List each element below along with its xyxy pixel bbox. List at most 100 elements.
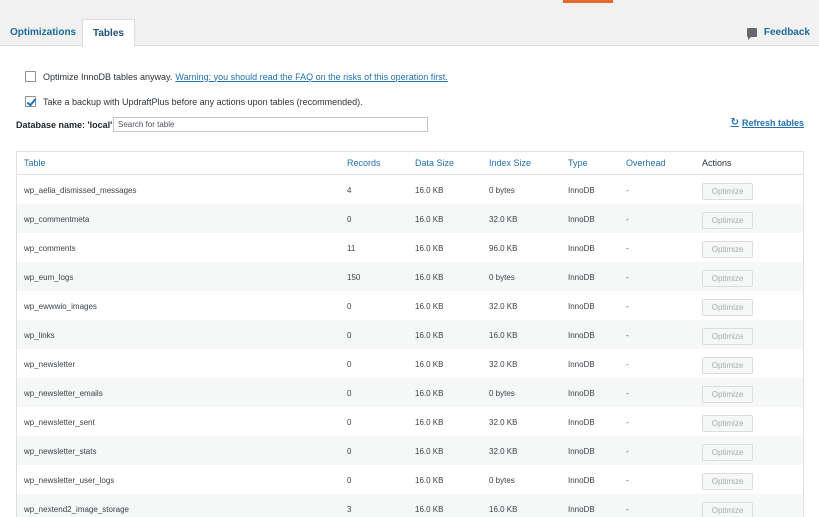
table-row: wp_newsletter_user_logs 0 16.0 KB 0 bytes In… [17,465,803,494]
cell-index-size: 0 bytes [489,186,515,195]
cell-index-size: 96.0 KB [489,244,518,253]
cell-index-size: 0 bytes [489,389,515,398]
table-row: wp_newsletter_sent 0 16.0 KB 32.0 KB InnoDB -… [17,407,803,436]
optimize-button[interactable]: Optimize [702,415,753,432]
table-row: wp_newsletter_stats 0 16.0 KB 32.0 KB InnoDB… [17,436,803,465]
cell-table-name: wp_nextend2_image_storage [24,505,129,514]
table-body: wp_aelia_dismissed_messages 4 16.0 KB 0 byt… [17,175,803,517]
cell-index-size: 16.0 KB [489,331,518,340]
header-records[interactable]: Records [347,158,381,168]
cell-index-size: 32.0 KB [489,215,518,224]
optimize-button[interactable]: Optimize [702,386,753,403]
cell-type: InnoDB [568,476,595,485]
cell-type: InnoDB [568,215,595,224]
cell-type: InnoDB [568,505,595,514]
cell-records: 0 [347,302,352,311]
cell-table-name: wp_commentmeta [24,215,90,224]
table-row: wp_aelia_dismissed_messages 4 16.0 KB 0 byt… [17,175,803,204]
tables-table: Table Records Data Size Index Size Type … [16,151,804,517]
refresh-icon: ↻ [730,117,739,128]
cell-records: 4 [347,186,352,195]
table-row: wp_links 0 16.0 KB 16.0 KB InnoDB - Optimize [17,320,803,349]
cell-data-size: 16.0 KB [415,418,444,427]
cell-data-size: 16.0 KB [415,505,444,514]
cell-type: InnoDB [568,447,595,456]
optimize-button[interactable]: Optimize [702,502,753,517]
optimize-button[interactable]: Optimize [702,212,753,229]
cell-type: InnoDB [568,360,595,369]
cell-overhead: - [626,273,629,282]
cell-overhead: - [626,244,629,253]
innodb-checkbox[interactable] [25,71,36,82]
optimize-button[interactable]: Optimize [702,473,753,490]
cell-table-name: wp_newsletter_emails [24,389,103,398]
cell-records: 0 [347,215,352,224]
database-name-label: Database name: 'local' [16,120,113,130]
header-data-size[interactable]: Data Size [415,158,454,168]
cell-table-name: wp_comments [24,244,76,253]
table-row: wp_comments 11 16.0 KB 96.0 KB InnoDB - Optimi… [17,233,803,262]
cell-table-name: wp_newsletter_sent [24,418,95,427]
cell-table-name: wp_eum_logs [24,273,74,282]
cell-index-size: 0 bytes [489,273,515,282]
active-menu-indicator [563,0,613,3]
tab-optimizations[interactable]: Optimizations [0,19,86,46]
backup-label: Take a backup with UpdraftPlus before an… [43,96,363,107]
optimize-button[interactable]: Optimize [702,299,753,316]
table-row: wp_ewwwio_images 0 16.0 KB 32.0 KB InnoDB - Op… [17,291,803,320]
table-row: wp_newsletter 0 16.0 KB 32.0 KB InnoDB - Optim… [17,349,803,378]
cell-overhead: - [626,418,629,427]
optimize-button[interactable]: Optimize [702,241,753,258]
speech-bubble-icon [746,28,757,40]
table-search-input[interactable] [113,117,428,132]
cell-data-size: 16.0 KB [415,244,444,253]
table-row: wp_eum_logs 150 16.0 KB 0 bytes InnoDB - Optim… [17,262,803,291]
cell-data-size: 16.0 KB [415,331,444,340]
optimize-button[interactable]: Optimize [702,357,753,374]
innodb-option: Optimize InnoDB tables anyway. Warning: … [25,71,448,82]
optimize-button[interactable]: Optimize [702,183,753,200]
table-row: wp_newsletter_emails 0 16.0 KB 0 bytes InnoD… [17,378,803,407]
cell-records: 0 [347,476,352,485]
optimize-button[interactable]: Optimize [702,444,753,461]
optimize-button[interactable]: Optimize [702,270,753,287]
table-row: wp_nextend2_image_storage 3 16.0 KB 16.0 KB… [17,494,803,517]
cell-table-name: wp_ewwwio_images [24,302,97,311]
cell-overhead: - [626,505,629,514]
cell-data-size: 16.0 KB [415,273,444,282]
table-header-row: Table Records Data Size Index Size Type … [17,152,803,175]
faq-warning-link[interactable]: Warning: you should read the FAQ on the … [175,72,447,82]
cell-overhead: - [626,331,629,340]
header-overhead[interactable]: Overhead [626,158,666,168]
cell-table-name: wp_links [24,331,55,340]
cell-overhead: - [626,186,629,195]
cell-overhead: - [626,302,629,311]
cell-type: InnoDB [568,302,595,311]
backup-checkbox[interactable] [25,96,36,107]
cell-overhead: - [626,389,629,398]
cell-data-size: 16.0 KB [415,186,444,195]
cell-type: InnoDB [568,186,595,195]
refresh-tables-link[interactable]: ↻ Refresh tables [731,117,804,128]
tab-tables[interactable]: Tables [82,19,135,47]
backup-option: Take a backup with UpdraftPlus before an… [25,96,363,107]
header-table[interactable]: Table [24,158,46,168]
cell-records: 3 [347,505,352,514]
cell-data-size: 16.0 KB [415,447,444,456]
cell-data-size: 16.0 KB [415,476,444,485]
cell-records: 0 [347,331,352,340]
cell-data-size: 16.0 KB [415,389,444,398]
cell-records: 0 [347,447,352,456]
cell-table-name: wp_newsletter_user_logs [24,476,115,485]
cell-index-size: 0 bytes [489,476,515,485]
feedback-link[interactable]: Feedback [746,27,810,40]
optimize-button[interactable]: Optimize [702,328,753,345]
innodb-label: Optimize InnoDB tables anyway. [43,71,173,82]
header-index-size[interactable]: Index Size [489,158,531,168]
cell-type: InnoDB [568,331,595,340]
cell-records: 150 [347,273,361,282]
cell-records: 0 [347,360,352,369]
header-type[interactable]: Type [568,158,588,168]
cell-overhead: - [626,447,629,456]
refresh-tables-label: Refresh tables [741,117,804,128]
